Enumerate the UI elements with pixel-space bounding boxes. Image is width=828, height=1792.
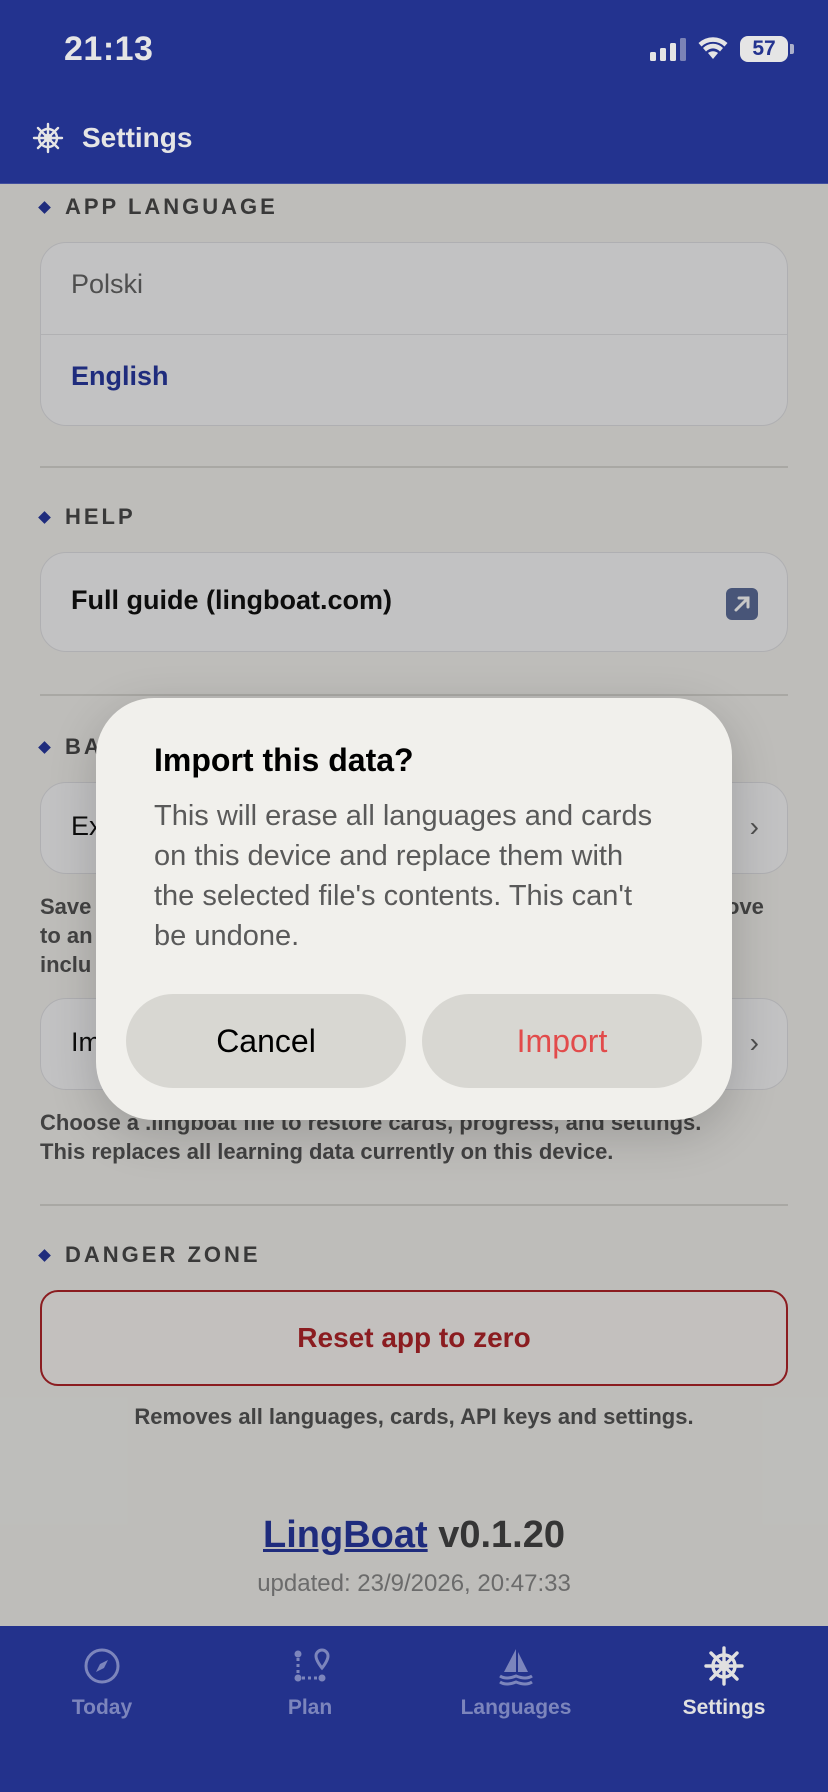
dialog-title: Import this data? [154,742,414,778]
modal-overlay-bottom [0,1626,828,1792]
cancel-button[interactable]: Cancel [126,994,406,1088]
dialog-message: This will erase all languages and cards … [154,800,653,952]
import-button[interactable]: Import [422,994,702,1088]
import-confirm-dialog: Import this data? This will erase all la… [96,698,732,1120]
modal-overlay-top [0,0,828,184]
